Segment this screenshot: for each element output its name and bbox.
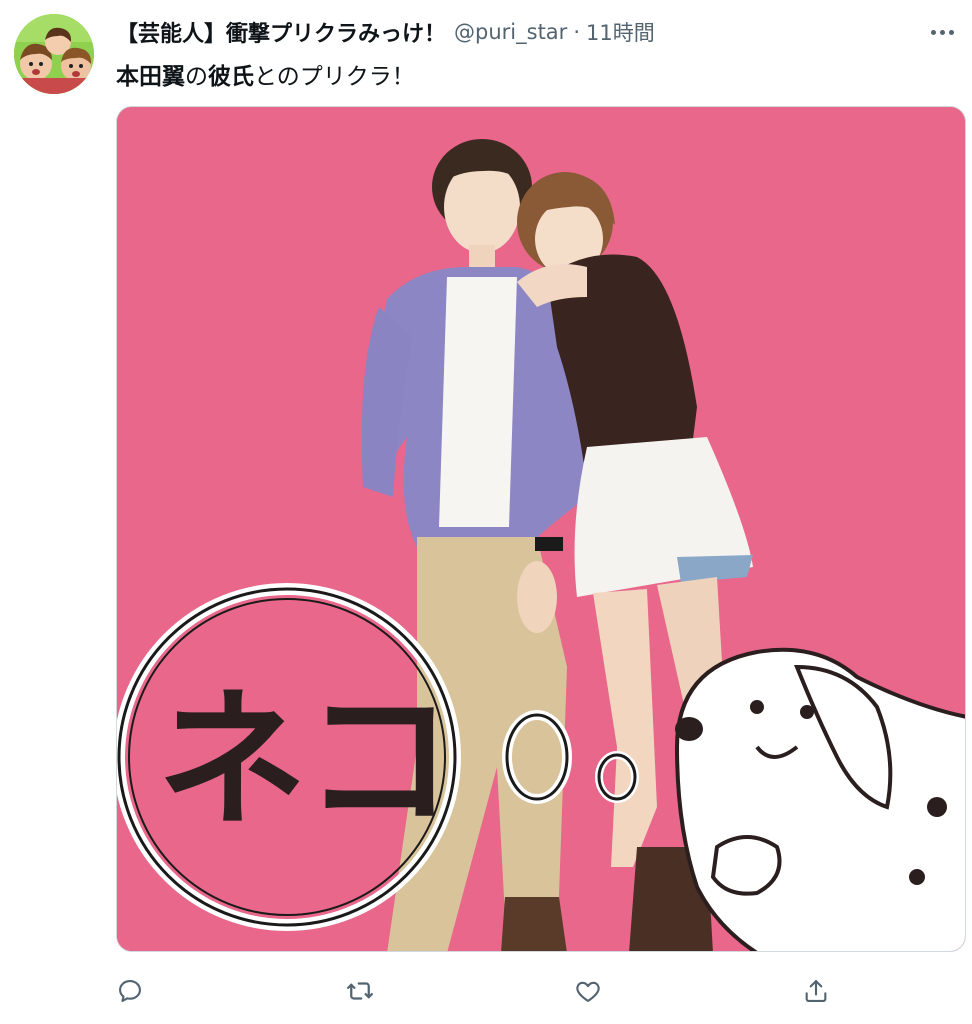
tweet-text-plain-2: とのプリクラ！ — [254, 64, 415, 90]
more-dot-icon — [948, 29, 954, 35]
display-name[interactable]: 【芸能人】衝撃プリクラみっけ！ — [116, 16, 446, 48]
handwritten-text: ネコ — [157, 674, 454, 848]
retweet-button[interactable] — [334, 966, 386, 1016]
tweet-text: 本田翼の彼氏 とのプリクラ！ — [116, 56, 415, 92]
retweet-icon — [347, 982, 373, 1000]
share-button[interactable] — [790, 966, 842, 1016]
avatar[interactable] — [14, 14, 94, 94]
tweet-text-plain-1: の — [185, 64, 208, 90]
tweet-text-bold-1: 本田翼 — [116, 64, 185, 90]
user-handle[interactable]: @puri_star — [454, 20, 567, 44]
more-dot-icon — [930, 29, 936, 35]
tweet-header: 【芸能人】衝撃プリクラみっけ！ @puri_star · 11時間 — [116, 14, 655, 50]
tweet-media-photo[interactable]: ネコ — [116, 106, 966, 952]
more-dot-icon — [939, 29, 945, 35]
photo-illustration: ネコ — [117, 107, 965, 951]
timestamp[interactable]: 11時間 — [586, 17, 655, 47]
tweet[interactable]: 【芸能人】衝撃プリクラみっけ！ @puri_star · 11時間 本田翼の彼氏… — [0, 0, 972, 1024]
tweet-text-bold-2: 彼氏 — [208, 64, 254, 90]
more-options-button[interactable] — [924, 20, 960, 44]
share-icon — [805, 980, 827, 1002]
avatar-image — [14, 14, 94, 94]
reply-button[interactable] — [104, 966, 156, 1016]
separator-dot: · — [573, 20, 580, 44]
like-button[interactable] — [562, 966, 614, 1016]
heart-icon — [576, 981, 600, 1002]
reply-icon — [119, 980, 141, 1002]
tweet-action-bar — [100, 966, 860, 1016]
